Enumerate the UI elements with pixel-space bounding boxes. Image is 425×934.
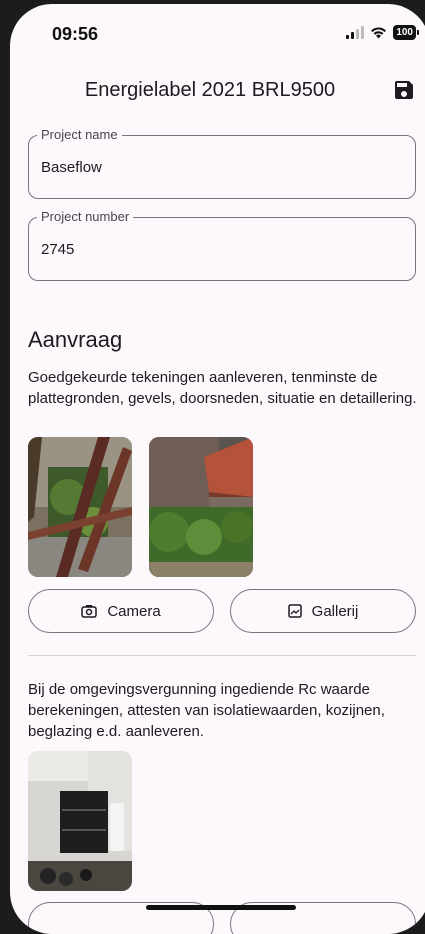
status-bar: 09:56 100 (10, 4, 425, 64)
gallery-button[interactable]: Gallerij (230, 589, 416, 633)
gallery-button-label: Gallerij (311, 602, 359, 620)
battery-icon: 100 (393, 25, 419, 40)
project-name-field[interactable]: Project name (28, 127, 416, 199)
wifi-icon (371, 27, 387, 39)
page-title: Energielabel 2021 BRL9500 (84, 79, 336, 101)
status-icons: 100 (346, 25, 419, 40)
camera-icon (81, 605, 98, 618)
photo-brick-house (149, 437, 253, 577)
camera-button[interactable]: Camera (28, 589, 214, 633)
project-name-label: Project name (37, 127, 122, 142)
home-indicator[interactable] (146, 905, 296, 910)
divider (28, 655, 416, 656)
photo-room-equipment (28, 751, 132, 891)
save-icon[interactable] (392, 78, 416, 102)
signal-icon (346, 26, 365, 39)
item-description-drawings: Goedgekeurde tekeningen aanleveren, tenm… (28, 369, 417, 407)
photo-thumbnail[interactable] (28, 437, 132, 577)
project-number-input[interactable] (41, 241, 401, 258)
section-title: Aanvraag (28, 327, 123, 352)
photo-thumbnail[interactable] (28, 751, 132, 891)
camera-button-label: Camera (107, 602, 161, 620)
phone-screen: 09:56 100 Energielabel 2021 BRL9500 Proj… (10, 4, 425, 934)
status-time: 09:56 (52, 24, 99, 44)
item-description-rc-values: Bij de omgevingsvergunning ingediende Rc… (28, 681, 385, 740)
image-icon (287, 604, 302, 618)
project-number-field[interactable]: Project number (28, 209, 416, 281)
photo-thumbnail[interactable] (149, 437, 253, 577)
app-bar: Energielabel 2021 BRL9500 (10, 74, 425, 110)
project-name-input[interactable] (41, 159, 401, 176)
project-number-label: Project number (37, 209, 134, 224)
photo-window-frame (28, 437, 132, 577)
